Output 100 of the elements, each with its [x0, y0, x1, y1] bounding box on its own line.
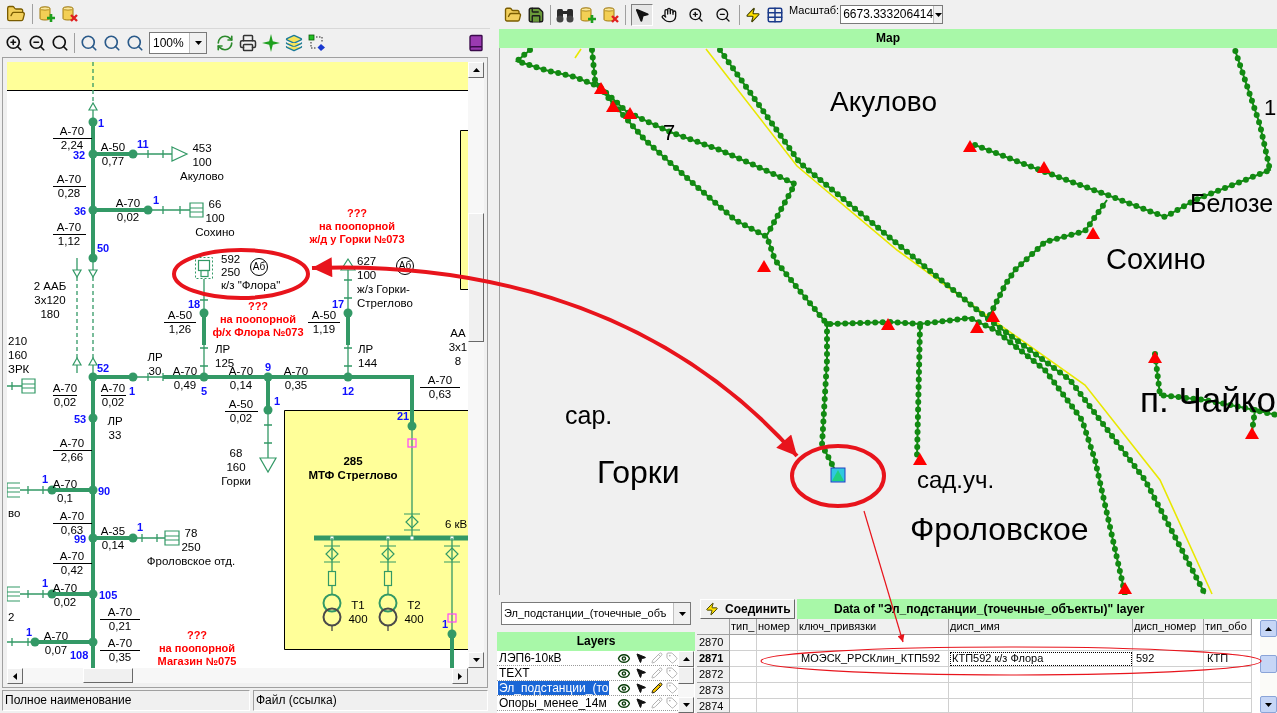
pointer-tool-button[interactable]	[631, 3, 653, 26]
column-header[interactable]: дисп_номер	[1133, 619, 1204, 635]
cursor-icon[interactable]	[635, 697, 648, 709]
table-cell	[1204, 635, 1252, 651]
cable-mark: А-70	[52, 382, 78, 395]
refresh-icon[interactable]	[216, 34, 234, 52]
scale-combo[interactable]: 6673.333206414	[840, 5, 944, 24]
scroll-left-button[interactable]	[7, 668, 23, 684]
junction-dot	[88, 205, 98, 215]
printer-icon[interactable]	[239, 34, 257, 52]
layer-name[interactable]: TEXT	[498, 666, 531, 680]
warning-note: ??? на поопорной Магазин №075	[157, 629, 237, 668]
layer-name[interactable]: Опоры_менее_14м	[498, 696, 608, 710]
magnifier-icon[interactable]	[103, 34, 121, 52]
scroll-down-button[interactable]	[1260, 696, 1277, 713]
diagram-label: ЛР	[107, 414, 123, 428]
selection-icon[interactable]	[308, 34, 326, 52]
node-number: 50	[97, 242, 110, 254]
magnifier-icon[interactable]	[80, 34, 98, 52]
database-add-icon[interactable]	[579, 5, 597, 24]
scroll-right-button[interactable]	[452, 668, 468, 684]
table-cell	[730, 683, 757, 699]
disconnector-symbol	[323, 545, 341, 563]
row-header[interactable]: 2871	[697, 651, 730, 667]
diagram-label: 180	[40, 307, 60, 321]
cable-mark: А-70	[56, 173, 82, 186]
transformer-label: Т1 400	[348, 598, 368, 626]
eye-icon[interactable]	[616, 651, 633, 665]
column-header[interactable]: ключ_привязки	[798, 619, 949, 635]
cursor-icon[interactable]	[635, 682, 648, 694]
column-header[interactable]: тип_	[730, 619, 757, 635]
connect-button[interactable]: Соединить	[700, 599, 795, 619]
pencil-icon[interactable]	[651, 682, 664, 694]
eye-icon[interactable]	[616, 681, 633, 695]
column-header[interactable]: тип_обо	[1204, 619, 1252, 635]
cable-length: 2,24	[60, 139, 84, 152]
diagram-label: 100	[192, 155, 212, 169]
binoculars-icon[interactable]	[556, 6, 574, 23]
row-header[interactable]: 2874	[697, 699, 730, 713]
star-icon[interactable]	[262, 34, 280, 52]
triangle-marker-icon	[963, 140, 977, 152]
row-header[interactable]: 2872	[697, 667, 730, 683]
diagram-label: ЛР	[358, 342, 374, 356]
cable-mark: А-70	[427, 374, 453, 387]
selected-consumer-icon	[195, 257, 213, 279]
diagram-label: 100	[205, 211, 225, 225]
node-number: 90	[98, 485, 111, 497]
layer-name[interactable]: Эл_подстанции_(то	[498, 681, 610, 695]
cursor-icon[interactable]	[635, 667, 648, 679]
folder-open-icon[interactable]	[5, 4, 27, 24]
row-header[interactable]: 2873	[697, 683, 730, 699]
layers-icon[interactable]	[285, 34, 303, 52]
column-header[interactable]: дисп_имя	[949, 619, 1133, 635]
magnifier-icon[interactable]	[51, 34, 69, 52]
layer-dropdown[interactable]: Эл_подстанции_(точечные_объ	[501, 602, 691, 625]
switch-marker-icon	[447, 613, 457, 623]
cable-mark: А-35	[100, 525, 126, 538]
junction-dot	[447, 629, 457, 639]
scroll-up-button[interactable]	[1260, 620, 1277, 637]
cable-length: 0,02	[101, 396, 125, 409]
node-number: 108	[70, 649, 89, 661]
cable-mark: А-70	[100, 382, 126, 395]
cable-length: 0,77	[101, 155, 125, 168]
scrollbar-thumb[interactable]	[1260, 655, 1277, 673]
diagram-label: 33	[108, 428, 122, 442]
database-delete-icon[interactable]	[602, 5, 620, 24]
eye-icon[interactable]	[616, 666, 633, 680]
junction-dot	[88, 589, 98, 599]
cable-mark: А-70	[59, 437, 85, 450]
table-icon[interactable]	[766, 5, 784, 24]
caret-down-icon	[1265, 702, 1272, 707]
zoom-out-icon[interactable]	[28, 34, 46, 52]
junction-dot	[88, 149, 98, 159]
layer-name[interactable]: ЛЭП6-10кВ	[498, 651, 563, 665]
triangle-marker-icon	[970, 321, 984, 333]
database-delete-icon[interactable]	[61, 5, 79, 23]
zoom-combo[interactable]: 100%	[149, 32, 207, 54]
cable-length: 0,49	[173, 379, 197, 392]
cable-length: 0,14	[101, 539, 125, 552]
dropdown-button[interactable]	[673, 603, 690, 624]
magnifier-icon[interactable]	[126, 34, 144, 52]
row-header[interactable]: 2870	[697, 635, 730, 651]
column-header[interactable]: номер	[757, 619, 798, 635]
junction-dot	[30, 637, 40, 647]
junction-dot	[88, 253, 98, 263]
junction-dot	[199, 372, 209, 382]
help-book-icon[interactable]	[467, 34, 485, 52]
layers-title-bar: Layers	[497, 632, 695, 651]
lightning-icon[interactable]	[745, 5, 761, 24]
cable-length: 0,02	[53, 396, 77, 409]
dropdown-button[interactable]	[189, 33, 206, 53]
zoom-in-icon[interactable]	[5, 34, 23, 52]
cable-mark: А-70	[115, 197, 141, 210]
eye-icon[interactable]	[616, 696, 633, 710]
folder-open-icon[interactable]	[504, 5, 522, 24]
dropdown-button[interactable]	[933, 6, 943, 23]
node-number: 11	[137, 138, 149, 150]
node-number: 53	[74, 413, 87, 425]
database-add-icon[interactable]	[38, 5, 56, 23]
cursor-icon[interactable]	[635, 652, 648, 664]
